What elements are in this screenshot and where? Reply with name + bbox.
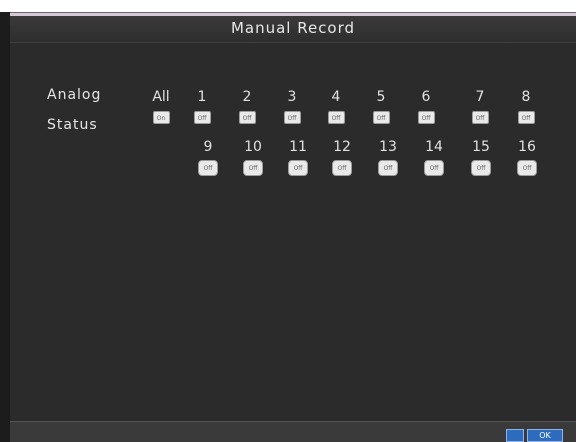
record-toggle-3[interactable]: Off — [283, 111, 301, 124]
channel-16: 16 Off — [513, 139, 541, 176]
record-toggle-7[interactable]: Off — [471, 111, 489, 124]
record-toggle-6[interactable]: Off — [417, 111, 435, 124]
channel-number: 1 — [197, 89, 207, 105]
channel-number: 12 — [333, 139, 351, 155]
record-toggle-11[interactable]: Off — [288, 160, 308, 176]
top-strip — [0, 0, 576, 12]
channel-number: 5 — [376, 89, 386, 105]
channel-12: 12 Off — [328, 139, 356, 176]
title-bar: Manual Record — [10, 13, 576, 43]
bottom-bar: OK — [10, 421, 576, 442]
channel-number: All — [152, 89, 170, 105]
manual-record-dialog: Manual Record Analog Status All On 1 Off… — [10, 12, 576, 442]
channel-number: 2 — [242, 89, 252, 105]
record-toggle-4[interactable]: Off — [327, 111, 345, 124]
channel-all: All On — [147, 89, 175, 124]
channel-number: 16 — [518, 139, 536, 155]
channel-13: 13 Off — [374, 139, 402, 176]
channel-10: 10 Off — [239, 139, 267, 176]
channel-9: 9 Off — [194, 139, 222, 176]
record-toggle-16[interactable]: Off — [517, 160, 537, 176]
record-toggle-5[interactable]: Off — [372, 111, 390, 124]
channel-number: 8 — [521, 89, 531, 105]
channel-14: 14 Off — [420, 139, 448, 176]
record-toggle-14[interactable]: Off — [424, 160, 444, 176]
record-toggle-13[interactable]: Off — [378, 160, 398, 176]
record-toggle-8[interactable]: Off — [517, 111, 535, 124]
record-toggle-9[interactable]: Off — [198, 160, 218, 176]
channel-15: 15 Off — [467, 139, 495, 176]
channel-4: 4 Off — [322, 89, 350, 124]
analog-label: Analog — [47, 87, 102, 103]
record-toggle-all[interactable]: On — [152, 111, 170, 124]
channel-6: 6 Off — [412, 89, 440, 124]
channel-number: 9 — [203, 139, 213, 155]
ok-button[interactable]: OK — [527, 429, 563, 442]
channel-number: 11 — [289, 139, 307, 155]
record-toggle-1[interactable]: Off — [193, 111, 211, 124]
channel-3: 3 Off — [278, 89, 306, 124]
channel-8: 8 Off — [512, 89, 540, 124]
record-toggle-15[interactable]: Off — [471, 160, 491, 176]
channel-5: 5 Off — [367, 89, 395, 124]
apply-button[interactable] — [506, 429, 524, 442]
channel-2: 2 Off — [233, 89, 261, 124]
channel-11: 11 Off — [284, 139, 312, 176]
status-label: Status — [47, 117, 98, 133]
record-toggle-12[interactable]: Off — [332, 160, 352, 176]
channel-1: 1 Off — [188, 89, 216, 124]
channel-number: 3 — [287, 89, 297, 105]
channel-number: 4 — [331, 89, 341, 105]
channel-number: 10 — [244, 139, 262, 155]
channel-number: 7 — [475, 89, 485, 105]
channel-number: 15 — [472, 139, 490, 155]
channel-7: 7 Off — [466, 89, 494, 124]
channel-number: 6 — [421, 89, 431, 105]
channel-number: 13 — [379, 139, 397, 155]
record-toggle-2[interactable]: Off — [238, 111, 256, 124]
channel-number: 14 — [425, 139, 443, 155]
window-title: Manual Record — [230, 19, 356, 37]
record-toggle-10[interactable]: Off — [243, 160, 263, 176]
